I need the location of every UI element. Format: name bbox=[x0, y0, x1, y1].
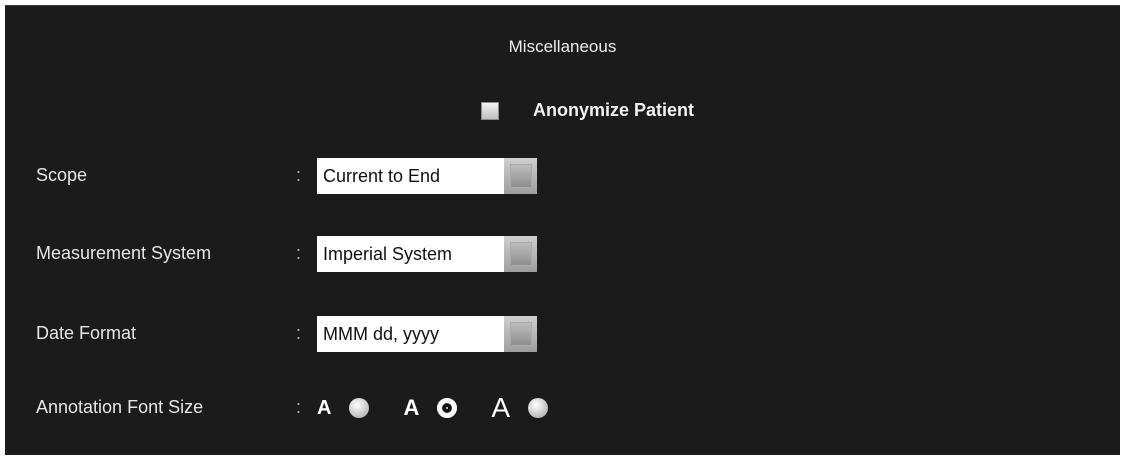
dropdown-arrow-icon bbox=[509, 242, 532, 266]
annotation-font-size-separator: : bbox=[296, 397, 302, 417]
scope-dropdown-button[interactable] bbox=[504, 158, 537, 194]
scope-label: Scope bbox=[36, 165, 88, 185]
date-format-dropdown[interactable]: MMM dd, yyyy bbox=[317, 316, 537, 352]
scope-dropdown[interactable]: Current to End bbox=[317, 158, 537, 194]
font-size-small-letter: A bbox=[317, 396, 332, 419]
measurement-system-dropdown[interactable]: Imperial System bbox=[317, 236, 537, 272]
font-size-large-letter: A bbox=[491, 392, 511, 423]
font-size-medium-radio[interactable] bbox=[437, 398, 458, 418]
font-size-small-option[interactable]: A bbox=[317, 396, 370, 420]
date-format-value: MMM dd, yyyy bbox=[317, 316, 504, 352]
scope-row: Scope : Current to End bbox=[5, 154, 1120, 194]
dropdown-arrow-icon bbox=[509, 322, 532, 346]
miscellaneous-panel: Miscellaneous Anonymize Patient Scope : … bbox=[5, 5, 1120, 455]
annotation-font-size-row: Annotation Font Size : A A A bbox=[5, 386, 1120, 426]
measurement-system-value: Imperial System bbox=[317, 236, 504, 272]
font-size-large-radio[interactable] bbox=[528, 398, 549, 418]
scope-value: Current to End bbox=[317, 158, 504, 194]
anonymize-patient-option[interactable]: Anonymize Patient bbox=[481, 100, 694, 121]
anonymize-patient-checkbox[interactable] bbox=[481, 101, 499, 120]
measurement-system-row: Measurement System : Imperial System bbox=[5, 232, 1120, 272]
date-format-dropdown-button[interactable] bbox=[504, 316, 537, 352]
date-format-label: Date Format bbox=[36, 323, 137, 343]
measurement-system-separator: : bbox=[296, 243, 302, 263]
scope-separator: : bbox=[296, 165, 302, 185]
annotation-font-size-options: A A A bbox=[317, 392, 582, 424]
date-format-row: Date Format : MMM dd, yyyy bbox=[5, 312, 1120, 352]
font-size-medium-option[interactable]: A bbox=[403, 395, 458, 421]
anonymize-patient-label: Anonymize Patient bbox=[533, 100, 695, 120]
font-size-medium-letter: A bbox=[403, 395, 420, 420]
font-size-large-option[interactable]: A bbox=[491, 392, 549, 424]
font-size-small-radio[interactable] bbox=[349, 398, 370, 418]
measurement-system-dropdown-button[interactable] bbox=[504, 236, 537, 272]
measurement-system-label: Measurement System bbox=[36, 243, 212, 263]
date-format-separator: : bbox=[296, 323, 302, 343]
annotation-font-size-label: Annotation Font Size bbox=[36, 397, 204, 417]
dropdown-arrow-icon bbox=[509, 164, 532, 188]
section-title: Miscellaneous bbox=[508, 37, 617, 56]
